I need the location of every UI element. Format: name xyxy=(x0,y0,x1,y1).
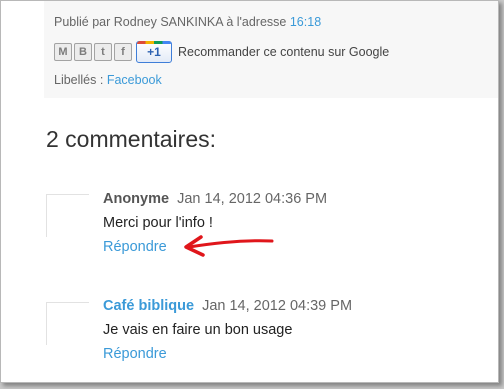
byline-text: Publié par Rodney SANKINKA à l'adresse xyxy=(54,15,287,29)
comments-title: 2 commentaires: xyxy=(46,126,217,152)
screenshot-frame: Publié par Rodney SANKINKA à l'adresse 1… xyxy=(0,0,499,383)
label-link-facebook[interactable]: Facebook xyxy=(107,73,162,87)
share-buttons: M B t f +1 Recommander ce contenu sur Go… xyxy=(54,41,389,63)
red-arrow-annotation xyxy=(184,235,274,257)
comment-text: Merci pour l'info ! xyxy=(103,215,213,231)
post-time-link[interactable]: 16:18 xyxy=(290,15,321,29)
gmail-icon[interactable]: M xyxy=(54,43,72,61)
blogger-icon[interactable]: B xyxy=(74,43,92,61)
comment-author: Anonyme xyxy=(103,191,170,207)
comment-date[interactable]: Jan 14, 2012 04:36 PM xyxy=(177,191,327,207)
labels-prefix: Libellés : xyxy=(54,73,104,87)
comment-avatar xyxy=(46,302,89,345)
reply-link[interactable]: Répondre xyxy=(103,346,167,362)
comment-header: Anonyme Jan 14, 2012 04:36 PM xyxy=(103,191,327,207)
twitter-icon[interactable]: t xyxy=(94,43,112,61)
comment-header: Café biblique Jan 14, 2012 04:39 PM xyxy=(103,298,352,314)
facebook-icon[interactable]: f xyxy=(114,43,132,61)
comment-date[interactable]: Jan 14, 2012 04:39 PM xyxy=(202,298,352,314)
post-byline: Publié par Rodney SANKINKA à l'adresse 1… xyxy=(54,15,321,29)
comment-author-link[interactable]: Café biblique xyxy=(103,298,194,314)
post-labels: Libellés : Facebook xyxy=(54,73,162,87)
comment-text: Je vais en faire un bon usage xyxy=(103,322,293,338)
google-plus-one-button[interactable]: +1 xyxy=(136,41,172,63)
recommend-text: Recommander ce contenu sur Google xyxy=(178,45,390,59)
reply-link[interactable]: Répondre xyxy=(103,239,167,255)
comment-avatar xyxy=(46,194,89,237)
